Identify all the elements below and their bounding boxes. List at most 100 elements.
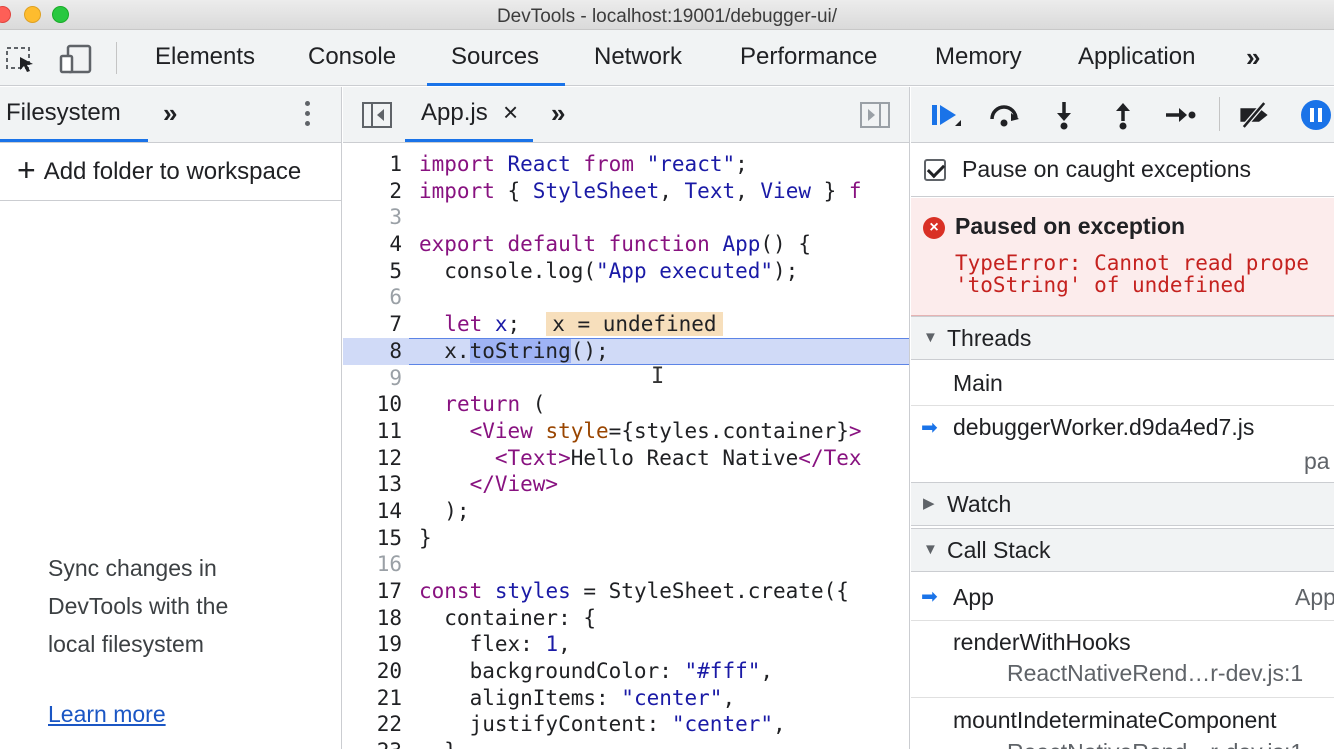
code-line: 14 );	[376, 498, 470, 523]
collapsed-triangle-icon: ▶	[923, 495, 935, 512]
resume-icon[interactable]	[929, 99, 963, 131]
tab-memory[interactable]: Memory	[935, 42, 1022, 86]
code-line: 10 return (	[376, 392, 546, 417]
frame-location: ReactNativeRend…r-dev.js:1	[1007, 739, 1303, 749]
call-stack-section-header[interactable]: ▼ Call Stack	[911, 528, 1334, 572]
source-editor: App.js × » 1 import React from "react"; 2…	[343, 87, 910, 749]
inspect-element-icon[interactable]	[2, 44, 38, 74]
tab-elements[interactable]: Elements	[155, 42, 255, 86]
tab-console[interactable]: Console	[308, 42, 396, 86]
step-icon[interactable]	[1163, 99, 1197, 131]
code-line: 5 console.log("App executed");	[389, 258, 799, 283]
thread-item-worker[interactable]: ➡ debuggerWorker.d9da4ed7.js pa	[911, 407, 1334, 482]
plus-icon: +	[17, 151, 36, 188]
hint-line: DevTools with the	[48, 593, 229, 619]
code-line: 20 backgroundColor: "#fff",	[376, 659, 774, 684]
active-file-indicator	[405, 139, 533, 142]
learn-more-link[interactable]: Learn more	[48, 701, 166, 728]
toggle-navigator-icon[interactable]	[361, 101, 393, 129]
toolbar-separator	[1219, 97, 1220, 131]
call-frame-item[interactable]: renderWithHooks ReactNativeRend…r-dev.js…	[911, 622, 1334, 698]
device-toolbar-icon[interactable]	[58, 44, 94, 74]
expanded-triangle-icon: ▼	[923, 541, 938, 558]
current-thread-arrow-icon: ➡	[921, 417, 938, 439]
code-line: 9	[389, 365, 402, 390]
code-line: 1 import React from "react";	[389, 152, 748, 176]
call-frame-item[interactable]: mountIndeterminateComponent ReactNativeR…	[911, 699, 1334, 749]
thread-status: pa	[1304, 448, 1330, 474]
pause-on-caught-exceptions-row[interactable]: Pause on caught exceptions	[911, 143, 1334, 197]
window-titlebar: DevTools - localhost:19001/debugger-ui/	[0, 0, 1334, 30]
more-tabs-chevron-icon[interactable]: »	[1246, 42, 1261, 73]
frame-location: ReactNativeRend…r-dev.js:1	[1007, 660, 1304, 686]
tab-performance[interactable]: Performance	[740, 42, 877, 86]
code-line: 19 flex: 1,	[376, 632, 571, 657]
section-title: Call Stack	[947, 537, 1051, 563]
filesystem-hint-text: Sync changes in DevTools with the local …	[48, 549, 308, 663]
more-navigator-tabs-chevron-icon[interactable]: »	[163, 98, 178, 129]
devtools-main-tabbar: Elements Console Sources Network Perform…	[0, 30, 1334, 86]
toolbar-separator	[116, 42, 117, 74]
pause-on-exceptions-icon[interactable]	[1299, 99, 1333, 131]
code-line: 11 <View style={styles.container}>	[376, 418, 862, 443]
code-line: 6	[389, 285, 402, 310]
navigator-tabbar: Filesystem »	[0, 87, 341, 143]
current-execution-line: 8 x.toString();	[343, 337, 909, 365]
threads-section-header[interactable]: ▼ Threads	[911, 316, 1334, 360]
hint-line: local filesystem	[48, 631, 204, 657]
watch-section-header[interactable]: ▶ Watch	[911, 482, 1334, 526]
code-line: 16	[376, 552, 402, 577]
add-folder-label: Add folder to workspace	[43, 157, 302, 185]
exception-title: Paused on exception	[955, 213, 1186, 239]
navigator-panel: Filesystem » + Add folder to workspace S…	[0, 87, 342, 749]
step-out-icon[interactable]	[1106, 99, 1140, 131]
step-into-icon[interactable]	[1047, 99, 1081, 131]
code-line: 2 import { StyleSheet, Text, View } f	[389, 178, 862, 203]
tab-application[interactable]: Application	[1078, 42, 1195, 86]
frame-name: App	[953, 584, 994, 610]
file-tab-app-js[interactable]: App.js	[421, 99, 488, 127]
exception-message: TypeError: Cannot read prope'toString' o…	[955, 252, 1309, 296]
close-tab-icon[interactable]: ×	[503, 97, 518, 128]
inline-variable-value: x = undefined	[546, 312, 723, 337]
code-area[interactable]: 1 import React from "react"; 2 import { St…	[343, 151, 909, 749]
pause-on-caught-checkbox[interactable]	[924, 158, 946, 181]
text-cursor-icon: I	[651, 364, 665, 389]
thread-name: Main	[953, 370, 1003, 396]
tab-sources[interactable]: Sources	[426, 42, 566, 86]
more-files-chevron-icon[interactable]: »	[551, 98, 566, 129]
frame-name: mountIndeterminateComponent	[953, 707, 1277, 733]
code-line: 7 let x; x = undefined	[343, 311, 909, 338]
error-icon: ×	[923, 217, 945, 239]
deactivate-breakpoints-icon[interactable]	[1237, 99, 1271, 131]
code-line: 21 alignItems: "center",	[376, 685, 736, 710]
code-line: 13 </View>	[376, 472, 559, 497]
pause-on-caught-label: Pause on caught exceptions	[962, 156, 1251, 182]
toggle-debugger-icon[interactable]	[859, 101, 891, 129]
expanded-triangle-icon: ▼	[923, 329, 938, 346]
frame-location: App	[1295, 584, 1334, 610]
current-frame-arrow-icon: ➡	[921, 586, 938, 608]
step-over-icon[interactable]	[987, 99, 1021, 131]
editor-tabbar: App.js × »	[343, 87, 909, 143]
paused-exception-banner: × Paused on exception TypeError: Cannot …	[911, 198, 1334, 316]
thread-name: debuggerWorker.d9da4ed7.js	[953, 414, 1255, 440]
call-frame-item[interactable]: ➡ App App	[911, 573, 1334, 621]
code-line: 4 export default function App() {	[389, 232, 811, 257]
code-line: 18 container: {	[376, 605, 597, 630]
debugger-toolbar	[911, 87, 1334, 143]
section-title: Threads	[947, 325, 1032, 351]
thread-item-main[interactable]: Main	[911, 360, 1334, 406]
active-tab-indicator	[0, 139, 148, 142]
code-line: 23 },	[343, 738, 909, 749]
section-title: Watch	[947, 491, 1012, 517]
add-folder-button[interactable]: + Add folder to workspace	[0, 143, 341, 201]
hint-line: Sync changes in	[48, 555, 217, 581]
code-line: 3	[389, 205, 402, 230]
tab-filesystem[interactable]: Filesystem	[6, 99, 121, 127]
frame-name: renderWithHooks	[953, 629, 1131, 655]
code-line: 17 const styles = StyleSheet.create({	[376, 579, 849, 603]
tab-network[interactable]: Network	[594, 42, 682, 86]
more-options-kebab-icon[interactable]	[302, 99, 312, 131]
window-title: DevTools - localhost:19001/debugger-ui/	[496, 6, 838, 27]
